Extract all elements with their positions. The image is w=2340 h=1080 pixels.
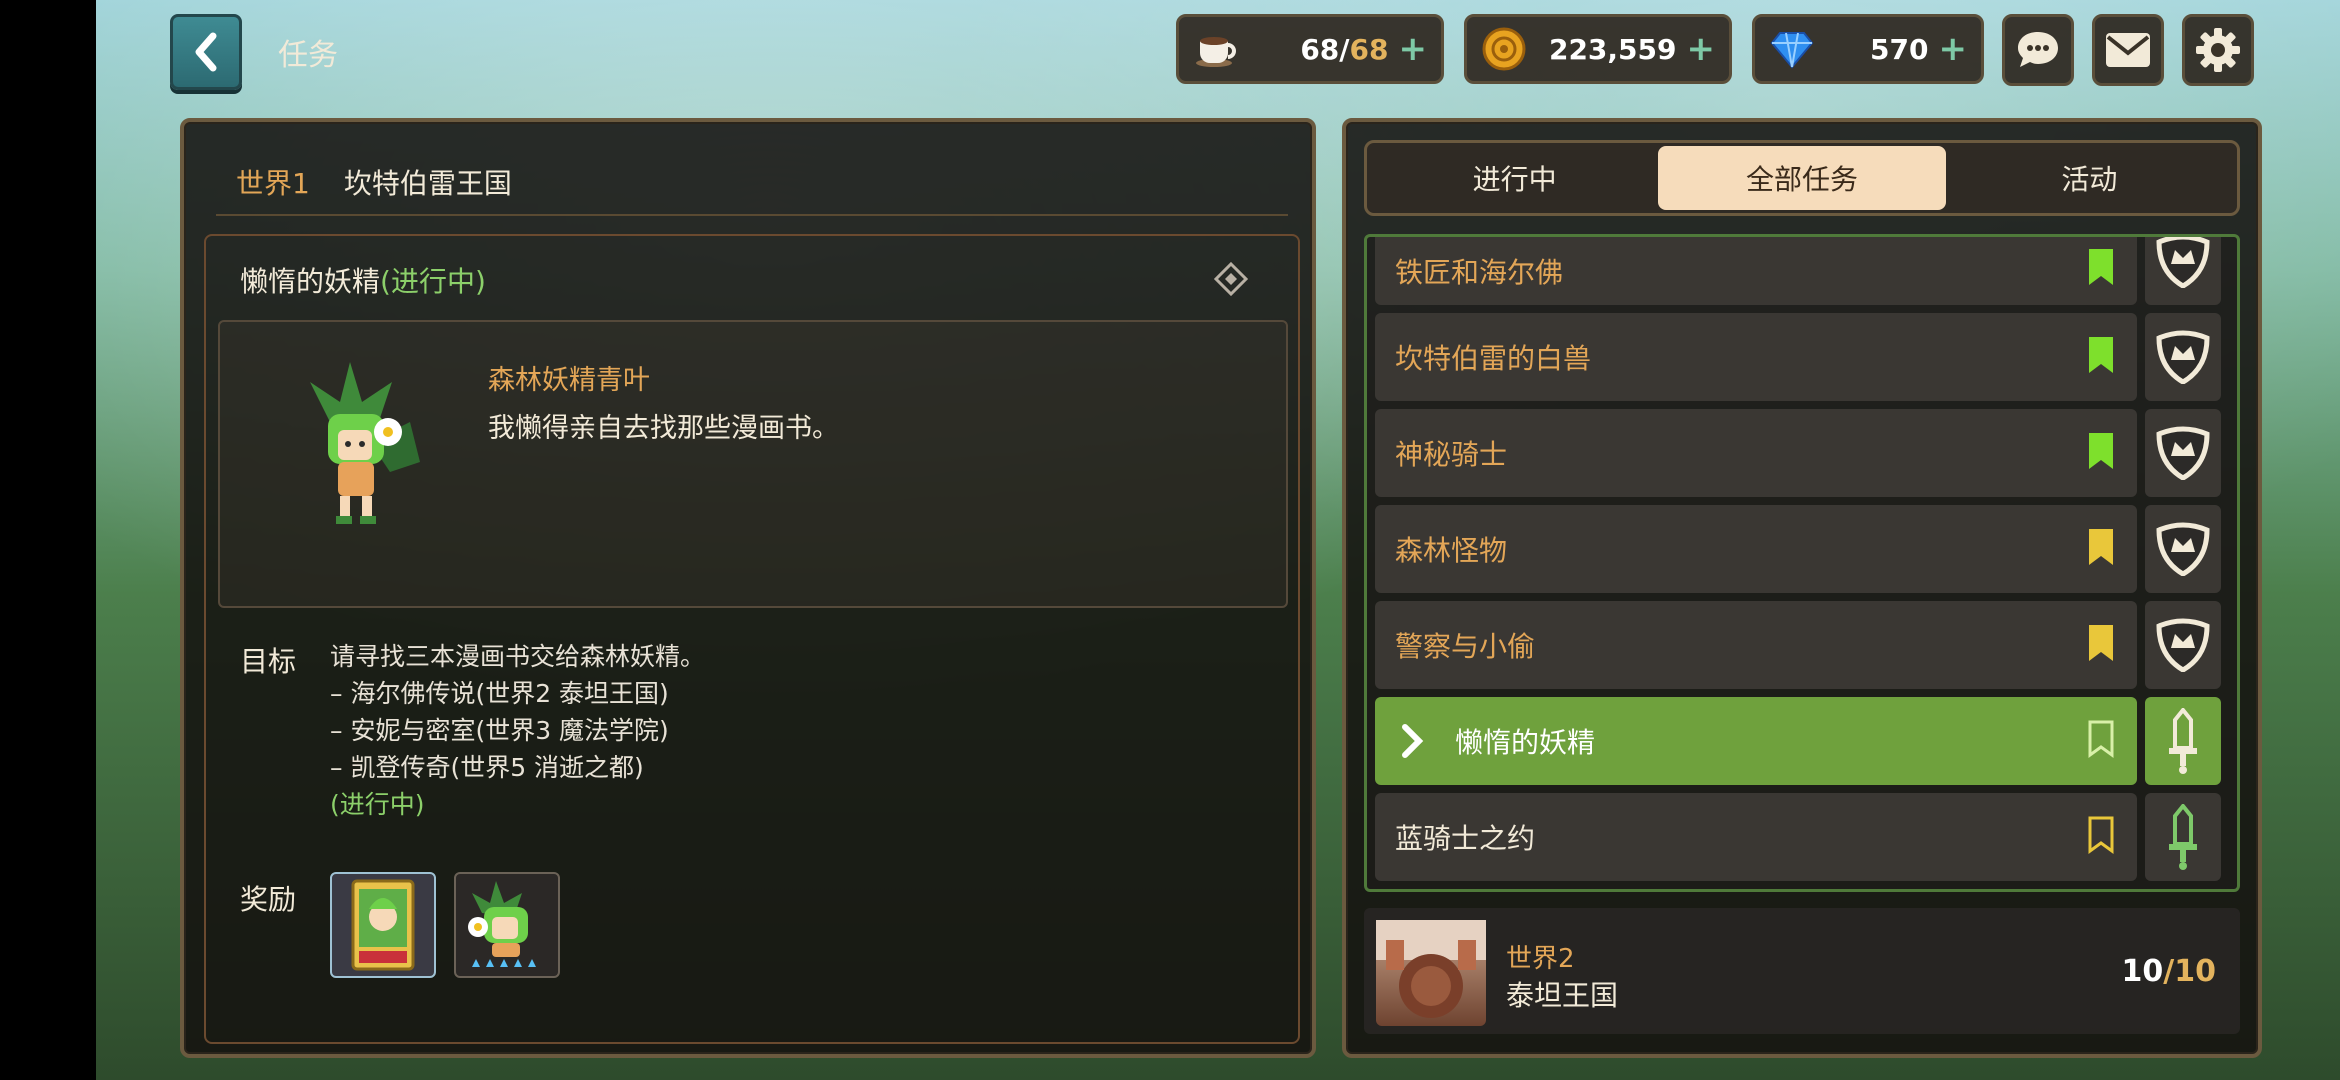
quest-name: 蓝骑士之约 [1395,822,1536,855]
quest-row[interactable]: 森林怪物 [1375,505,2221,593]
chat-bubble-icon [2018,32,2058,67]
quest-name: 懒惰的妖精 [1455,726,1596,759]
add-stamina-button[interactable]: + [1399,32,1428,66]
gem-value: 570 [1870,32,1929,66]
reward-label: 奖励 [240,883,297,916]
tab-events[interactable]: 活动 [1946,146,2233,210]
quest-row[interactable]: 坎特伯雷的白兽 [1375,313,2221,401]
quest-name: 坎特伯雷的白兽 [1395,342,1592,375]
objective-line: – 海尔佛传说(世界2 泰坦王国) [330,679,669,708]
stamina-counter[interactable]: 68/68 + [1176,14,1444,84]
back-button[interactable] [170,14,242,90]
bookmark-outline-icon [2088,816,2114,854]
divider [216,214,1288,216]
quest-list[interactable]: 铁匠和海尔佛 坎特伯雷的白兽 神秘骑士 森林怪物 警察与小偷 懒惰的妖精 蓝骑士… [1364,234,2240,892]
gear-icon [2196,28,2240,72]
forest-fairy-npc-icon [310,362,420,524]
tab-in-progress[interactable]: 进行中 [1371,146,1658,210]
objective-line: – 凯登传奇(世界5 消逝之都) [330,753,644,782]
gold-coin-icon [1481,26,1527,72]
gold-value: 223,559 [1548,32,1677,66]
envelope-icon [2106,33,2150,67]
add-gold-button[interactable]: + [1687,32,1716,66]
forest-fairy-hero-icon [468,881,536,967]
reward-item-card[interactable] [330,872,436,978]
objective-line: 请寻找三本漫画书交给森林妖精。 [330,642,706,671]
add-gem-button[interactable]: + [1939,32,1968,66]
gold-counter[interactable]: 223,559 + [1464,14,1732,84]
objective-line: – 安妮与密室(世界3 魔法学院) [330,716,669,745]
settings-button[interactable] [2182,14,2254,86]
sword-icon [2145,697,2221,785]
hero-card-icon [351,879,415,971]
chevron-left-icon [195,32,217,72]
quest-status: (进行中) [380,265,486,298]
world-label: 世界1 [236,167,310,200]
crown-shield-icon [2145,409,2221,497]
world-progress-count: 10/10 [2121,954,2216,989]
gem-counter[interactable]: 570 + [1752,14,1984,84]
quest-detail-box: 懒惰的妖精(进行中) 森林妖精青叶 我懒得亲自去找那些漫画书。 目标 请寻找三本… [204,234,1300,1044]
quest-name: 森林怪物 [1395,534,1508,567]
quest-row[interactable]: 神秘骑士 [1375,409,2221,497]
quest-name: 神秘骑士 [1395,438,1508,471]
crown-shield-icon [2145,601,2221,689]
objective-status: (进行中) [330,790,425,819]
quest-row[interactable]: 警察与小偷 [1375,601,2221,689]
world-thumbnail [1376,920,1486,1026]
quest-row-selected[interactable]: 懒惰的妖精 [1375,697,2221,785]
crown-shield-icon [2145,505,2221,593]
world-progress-card[interactable]: 世界2 泰坦王国 10/10 [1364,908,2240,1034]
objective-label: 目标 [240,645,297,678]
bookmark-yellow-icon [2089,529,2113,565]
world-number: 世界2 [1506,944,1575,974]
npc-dialog: 森林妖精青叶 我懒得亲自去找那些漫画书。 [218,320,1288,608]
bookmark-outline-icon [2088,720,2114,758]
chat-button[interactable] [2002,14,2074,86]
stamina-value: 68/68 [1300,32,1389,66]
quest-list-panel: 进行中 全部任务 活动 铁匠和海尔佛 坎特伯雷的白兽 神秘骑士 森林怪物 警察与… [1342,118,2262,1058]
crown-shield-icon [2145,313,2221,401]
chevron-right-icon [1402,724,1424,758]
mail-button[interactable] [2092,14,2164,86]
blue-gem-icon [1769,26,1815,72]
crown-shield-icon [2145,237,2221,305]
coffee-cup-icon [1193,26,1239,72]
quest-name: 警察与小偷 [1395,630,1536,663]
kingdom-label: 坎特伯雷王国 [343,167,512,200]
sword-icon [2145,793,2221,881]
quest-title: 懒惰的妖精(进行中) [240,265,486,298]
page-title: 任务 [278,38,338,73]
npc-dialogue: 我懒得亲自去找那些漫画书。 [488,413,839,444]
quest-row[interactable]: 铁匠和海尔佛 [1375,237,2221,305]
bookmark-green-icon [2089,249,2113,285]
bookmark-yellow-icon [2089,625,2113,661]
quest-tabs: 进行中 全部任务 活动 [1364,140,2240,216]
locate-diamond-icon[interactable] [1214,262,1248,296]
tab-all-quests[interactable]: 全部任务 [1658,146,1946,210]
bookmark-green-icon [2089,337,2113,373]
quest-name: 铁匠和海尔佛 [1395,256,1564,289]
objective-text: 请寻找三本漫画书交给森林妖精。 – 海尔佛传说(世界2 泰坦王国) – 安妮与密… [330,638,705,823]
world-name: 泰坦王国 [1506,979,1619,1012]
bookmark-green-icon [2089,433,2113,469]
world-header: 世界1 坎特伯雷王国 [236,162,512,202]
quest-row[interactable]: 蓝骑士之约 [1375,793,2221,881]
quest-detail-panel: 世界1 坎特伯雷王国 懒惰的妖精(进行中) 森林妖精青叶 我懒得亲自去找那些漫画书… [180,118,1316,1058]
npc-name: 森林妖精青叶 [488,365,650,396]
reward-item-hero[interactable] [454,872,560,978]
